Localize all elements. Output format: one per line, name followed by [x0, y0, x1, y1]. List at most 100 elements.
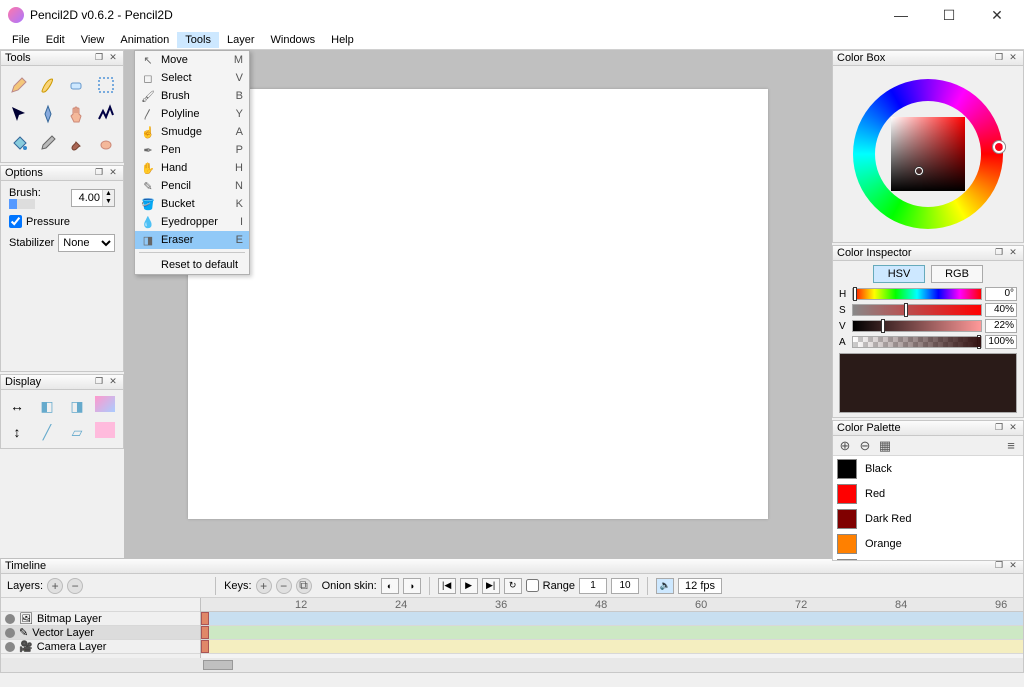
tool-select[interactable] — [93, 72, 119, 98]
layer-row[interactable]: ✎Vector Layer — [1, 626, 200, 640]
layer-row[interactable]: 🖼Bitmap Layer — [1, 612, 200, 626]
track-bitmap[interactable] — [201, 612, 1023, 626]
timeline-scrollbar[interactable] — [1, 658, 1023, 672]
dup-key-button[interactable]: ⧉ — [296, 578, 312, 594]
menu-animation[interactable]: Animation — [112, 32, 177, 48]
v-value[interactable]: 22% — [985, 319, 1017, 333]
close-panel-icon[interactable]: ✕ — [107, 52, 119, 64]
undock-icon[interactable]: ❐ — [993, 52, 1005, 64]
visibility-icon[interactable] — [5, 628, 15, 638]
undock-icon[interactable]: ❐ — [993, 560, 1005, 572]
mirror-h-button[interactable]: ↔ — [5, 396, 29, 416]
tool-eyedropper[interactable] — [35, 130, 61, 156]
palette-item[interactable]: Orange — [833, 531, 1023, 556]
tool-smudge[interactable] — [93, 130, 119, 156]
close-panel-icon[interactable]: ✕ — [1007, 422, 1019, 434]
pressure-checkbox[interactable] — [9, 215, 22, 228]
menu-edit[interactable]: Edit — [38, 32, 73, 48]
alpha-slider[interactable] — [852, 336, 982, 348]
palette-grid-button[interactable]: ▦ — [877, 438, 893, 454]
menu-help[interactable]: Help — [323, 32, 362, 48]
menu-layer[interactable]: Layer — [219, 32, 263, 48]
undock-icon[interactable]: ❐ — [993, 247, 1005, 259]
onion-color-button[interactable] — [95, 396, 115, 412]
onion-prev-button[interactable]: ◧ — [35, 396, 59, 416]
palette-menu-button[interactable]: ≡ — [1003, 438, 1019, 454]
play-button[interactable]: ▶ — [460, 578, 478, 594]
tool-polyline[interactable] — [93, 101, 119, 127]
tool-brush[interactable] — [35, 72, 61, 98]
keyframe[interactable] — [201, 612, 209, 625]
overlay-button[interactable] — [95, 422, 115, 438]
layer-row[interactable]: 🎥Camera Layer — [1, 640, 200, 654]
menu-item-pen[interactable]: ✒PenP — [135, 141, 249, 159]
close-panel-icon[interactable]: ✕ — [107, 167, 119, 179]
undock-icon[interactable]: ❐ — [93, 376, 105, 388]
tool-paintbrush[interactable] — [64, 130, 90, 156]
range-from-input[interactable] — [579, 578, 607, 594]
tool-pen[interactable] — [35, 101, 61, 127]
sound-button[interactable]: 🔈 — [656, 578, 674, 594]
rgb-tab[interactable]: RGB — [931, 265, 983, 283]
menu-item-pencil[interactable]: ✎PencilN — [135, 177, 249, 195]
track-vector[interactable] — [201, 626, 1023, 640]
undock-icon[interactable]: ❐ — [93, 167, 105, 179]
close-panel-icon[interactable]: ✕ — [1007, 560, 1019, 572]
close-button[interactable]: ✕ — [982, 7, 1012, 24]
close-panel-icon[interactable]: ✕ — [1007, 247, 1019, 259]
brush-size-slider[interactable] — [9, 199, 35, 209]
menu-windows[interactable]: Windows — [263, 32, 324, 48]
close-panel-icon[interactable]: ✕ — [1007, 52, 1019, 64]
menu-item-reset[interactable]: Reset to default — [135, 256, 249, 274]
add-key-button[interactable]: + — [256, 578, 272, 594]
brush-size-value[interactable] — [72, 192, 102, 204]
onion-prev-toggle[interactable]: ◐ — [381, 578, 399, 594]
palette-item[interactable]: Red — [833, 481, 1023, 506]
timeline-ruler[interactable]: 12 24 36 48 60 72 84 96 — [201, 598, 1023, 612]
menu-item-brush[interactable]: 🖌BrushB — [135, 87, 249, 105]
brush-size-input[interactable]: ▲▼ — [71, 189, 115, 207]
tool-eraser[interactable] — [64, 72, 90, 98]
add-layer-button[interactable]: + — [47, 578, 63, 594]
undock-icon[interactable]: ❐ — [93, 52, 105, 64]
remove-layer-button[interactable]: − — [67, 578, 83, 594]
thin-lines-button[interactable]: ╱ — [35, 422, 59, 442]
menu-view[interactable]: View — [73, 32, 113, 48]
minimize-button[interactable]: — — [886, 7, 916, 24]
add-color-button[interactable]: ⊕ — [837, 438, 853, 454]
play-end-button[interactable]: ▶| — [482, 578, 500, 594]
remove-key-button[interactable]: − — [276, 578, 292, 594]
hue-slider[interactable] — [852, 288, 982, 300]
menu-item-eraser[interactable]: ◨EraserE — [135, 231, 249, 249]
menu-item-polyline[interactable]: 〳PolylineY — [135, 105, 249, 123]
val-slider[interactable] — [852, 320, 982, 332]
menu-item-select[interactable]: ◻SelectV — [135, 69, 249, 87]
close-panel-icon[interactable]: ✕ — [107, 376, 119, 388]
s-value[interactable]: 40% — [985, 303, 1017, 317]
scrollbar-thumb[interactable] — [203, 660, 233, 670]
tool-bucket[interactable] — [6, 130, 32, 156]
onion-next-button[interactable]: ◨ — [65, 396, 89, 416]
hsv-tab[interactable]: HSV — [873, 265, 925, 283]
visibility-icon[interactable] — [5, 614, 15, 624]
canvas[interactable] — [188, 89, 768, 519]
track-camera[interactable] — [201, 640, 1023, 654]
tool-move[interactable] — [6, 101, 32, 127]
menu-item-bucket[interactable]: 🪣BucketK — [135, 195, 249, 213]
menu-tools[interactable]: Tools — [177, 32, 219, 48]
fps-label[interactable]: 12 fps — [678, 578, 722, 594]
onion-next-toggle[interactable]: ◑ — [403, 578, 421, 594]
tool-pencil[interactable] — [6, 72, 32, 98]
outlines-button[interactable]: ▱ — [65, 422, 89, 442]
stabilizer-select[interactable]: None — [58, 234, 115, 252]
palette-item[interactable]: Black — [833, 456, 1023, 481]
loop-button[interactable]: ↻ — [504, 578, 522, 594]
menu-file[interactable]: File — [4, 32, 38, 48]
keyframe[interactable] — [201, 626, 209, 639]
menu-item-smudge[interactable]: ☝SmudgeA — [135, 123, 249, 141]
remove-color-button[interactable]: ⊖ — [857, 438, 873, 454]
timeline-tracks[interactable]: 12 24 36 48 60 72 84 96 — [201, 598, 1023, 658]
menu-item-hand[interactable]: ✋HandH — [135, 159, 249, 177]
palette-item[interactable]: Dark Red — [833, 506, 1023, 531]
range-to-input[interactable] — [611, 578, 639, 594]
